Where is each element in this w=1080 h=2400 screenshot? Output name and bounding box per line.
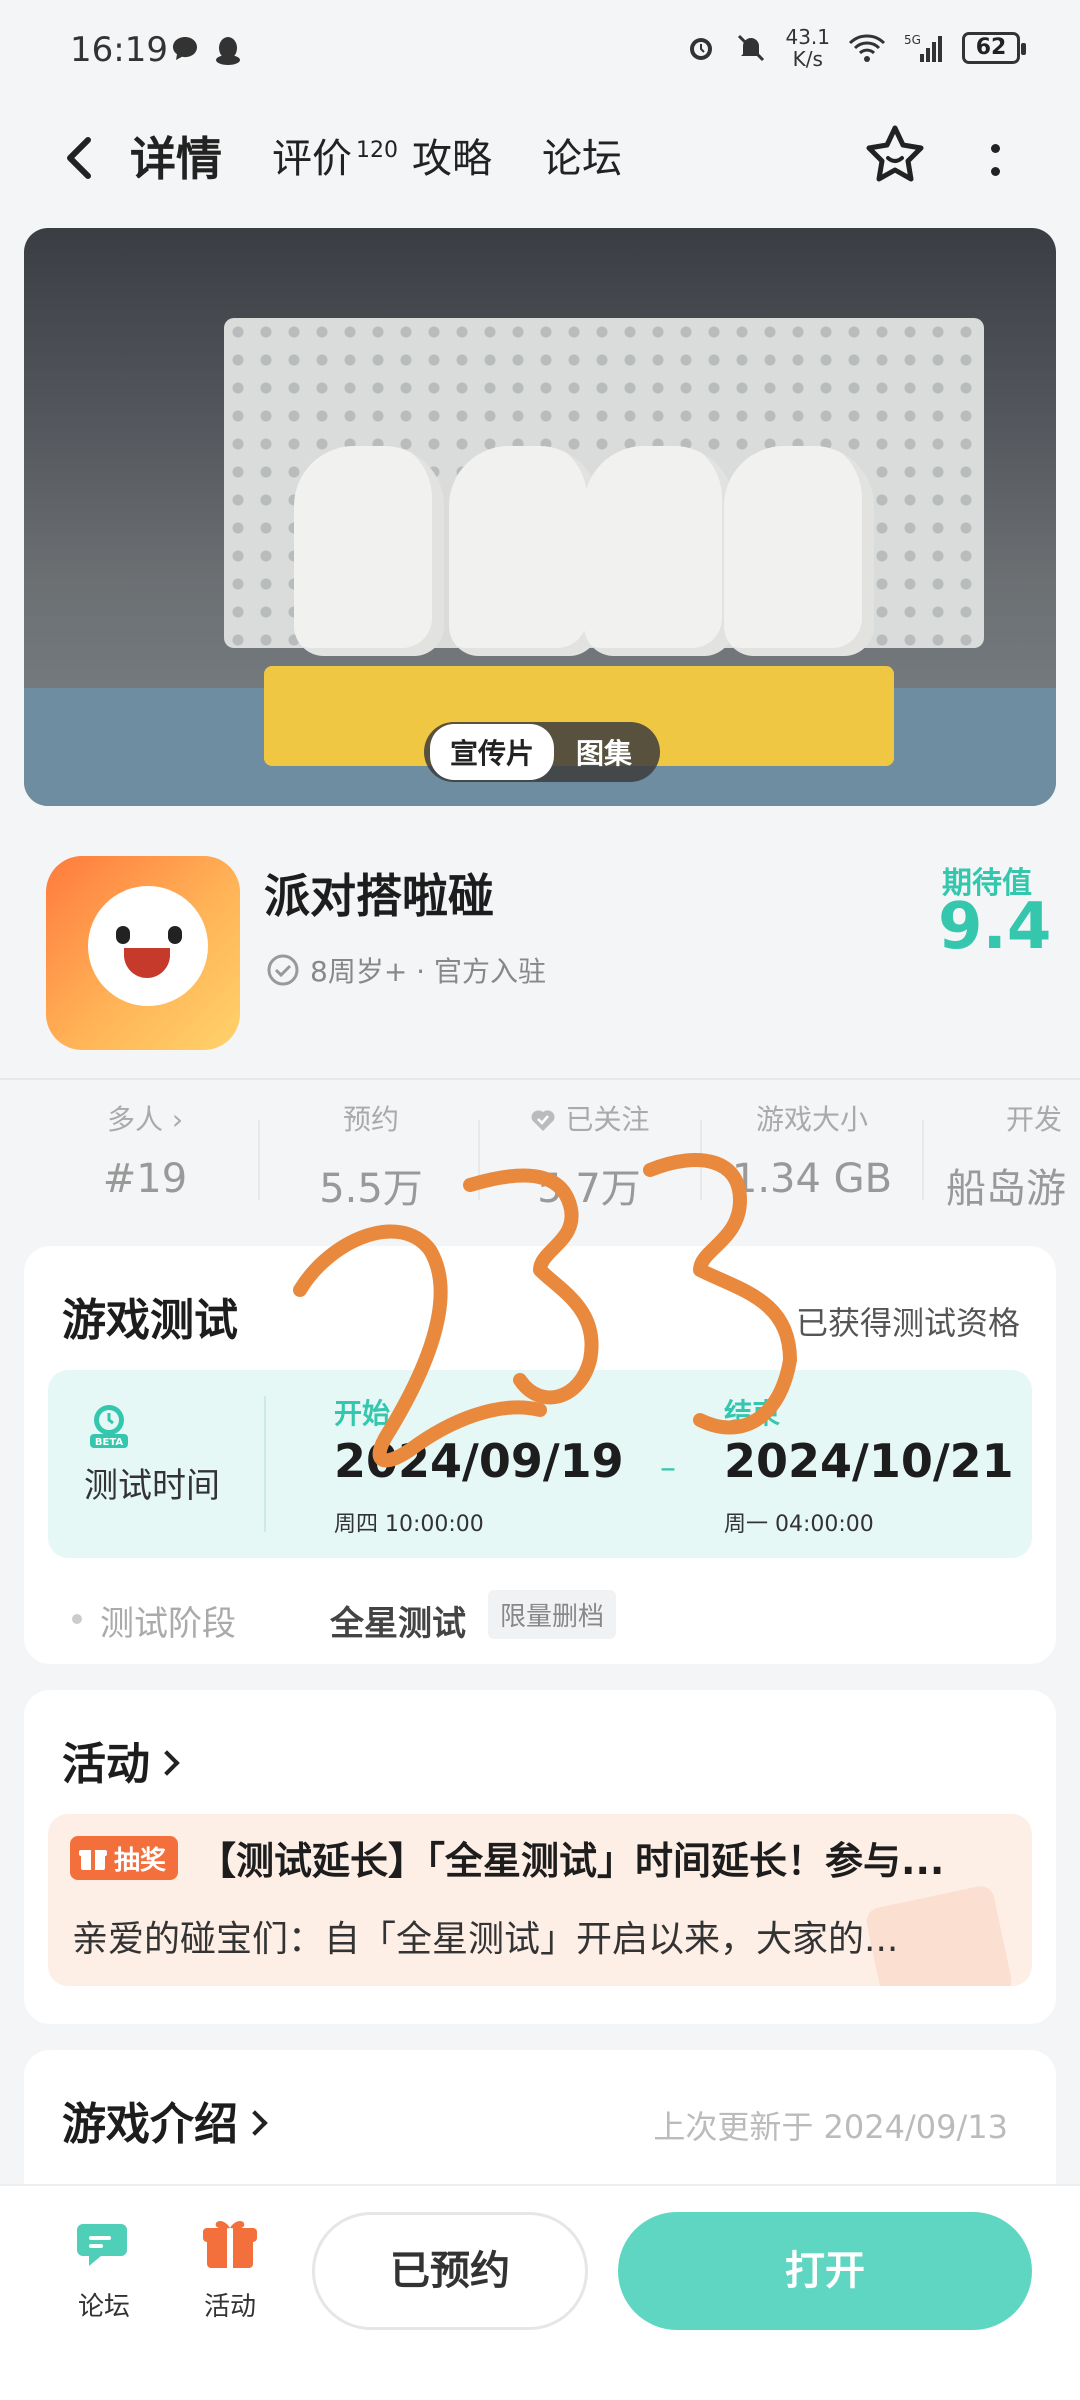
banner-figure <box>724 446 874 656</box>
tab-reviews[interactable]: 评价 120 <box>272 124 398 194</box>
bottom-forum-button[interactable]: 论坛 <box>54 2212 154 2323</box>
test-stage-label: 测试阶段 <box>100 1604 236 1644</box>
date-range-dash: – <box>660 1448 676 1486</box>
end-time: 周一 04:00:00 <box>724 1512 874 1537</box>
expectation-score: 9.4 <box>938 890 1052 964</box>
reserved-button[interactable]: 已预约 <box>312 2212 588 2330</box>
intro-section-title[interactable]: 游戏介绍 <box>62 2088 268 2152</box>
start-label: 开始 <box>334 1397 391 1430</box>
top-nav: 详情 评价 120 攻略 论坛 <box>0 100 1080 220</box>
activity-card: 活动 抽奖 【测试延长】「全星测试」时间延长！参与... 亲爱的碰宝们：自「全星… <box>24 1690 1056 2024</box>
start-time: 周四 10:00:00 <box>334 1512 484 1537</box>
more-options-icon[interactable] <box>975 130 1015 190</box>
stat-game-size: 游戏大小 1.34 GB <box>731 1103 893 1202</box>
test-stage-tag: 限量删档 <box>488 1590 617 1639</box>
end-label: 结束 <box>724 1397 781 1430</box>
wifi-icon <box>848 34 886 62</box>
test-time-label: 测试时间 <box>84 1466 220 1506</box>
banner-figure <box>294 446 444 656</box>
bottom-activity-button[interactable]: 活动 <box>180 2212 280 2323</box>
favorite-star-icon[interactable] <box>860 120 930 190</box>
battery-indicator: 62 <box>962 32 1026 64</box>
age-rating-text: 8周岁+ · 官方入驻 <box>310 955 546 988</box>
stat-developer[interactable]: 开发 船岛游 <box>946 1100 1080 1214</box>
game-app-icon <box>46 856 240 1050</box>
hero-media-banner[interactable]: 宣传片 图集 <box>24 228 1056 806</box>
qq-penguin-icon <box>216 37 240 65</box>
open-button[interactable]: 打开 <box>618 2212 1032 2330</box>
activity-item[interactable]: 抽奖 【测试延长】「全星测试」时间延长！参与... 亲爱的碰宝们：自「全星测试」… <box>48 1814 1032 1986</box>
stat-multiplayer-rank[interactable]: 多人 › #19 <box>50 1100 240 1202</box>
tab-guides[interactable]: 攻略 <box>412 124 492 194</box>
activity-item-title: 【测试延长】「全星测试」时间延长！参与... <box>198 1839 945 1883</box>
notification-icons <box>170 34 242 66</box>
gallery-tab-button[interactable]: 图集 <box>554 724 654 780</box>
game-title: 派对搭啦碰 <box>264 869 494 923</box>
video-tab-button[interactable]: 宣传片 <box>430 724 555 780</box>
chevron-right-icon <box>242 2110 268 2136</box>
svg-text:5G: 5G <box>904 33 921 47</box>
tab-forum[interactable]: 论坛 <box>542 124 622 194</box>
gift-icon <box>203 2221 257 2268</box>
lottery-badge: 抽奖 <box>70 1836 179 1880</box>
gift-icon <box>79 1850 107 1870</box>
test-qualification-status: 已获得测试资格 <box>795 1304 1020 1342</box>
test-time-panel: BETA 测试时间 开始 2024/09/19 周四 10:00:00 – 结束… <box>48 1370 1032 1558</box>
divider <box>0 1078 1080 1080</box>
media-switcher: 宣传片 图集 <box>424 722 661 782</box>
tab-bar: 详情 评价 120 攻略 论坛 <box>124 124 672 194</box>
svg-text:BETA: BETA <box>95 1437 123 1448</box>
stat-followers: 已关注 5.7万 <box>494 1100 684 1214</box>
verified-check-icon <box>267 954 299 986</box>
bottom-action-bar: 论坛 活动 已预约 打开 <box>0 2184 1080 2400</box>
end-date: 2024/10/21 <box>724 1434 1014 1488</box>
game-meta: 8周岁+ · 官方入驻 <box>266 950 546 990</box>
status-bar: 16:19 43.1 K/s 5G 62 <box>0 0 1080 100</box>
review-count-badge: 120 <box>356 138 398 163</box>
network-speed: 43.1 K/s <box>785 25 830 71</box>
test-section-title: 游戏测试 <box>62 1295 238 1346</box>
forum-chat-icon <box>77 2224 127 2266</box>
activity-section-title[interactable]: 活动 <box>62 1728 180 1792</box>
beta-clock-icon: BETA <box>90 1405 128 1448</box>
activity-item-desc: 亲爱的碰宝们：自「全星测试」开启以来，大家的... <box>72 1919 899 1960</box>
back-arrow-icon[interactable] <box>52 128 112 188</box>
mute-bell-icon <box>738 34 765 62</box>
heart-check-icon <box>531 1110 555 1131</box>
start-date: 2024/09/19 <box>334 1434 624 1488</box>
banner-figure <box>449 446 599 656</box>
signal-5g-icon: 5G <box>904 33 942 62</box>
banner-figure <box>584 446 734 656</box>
stat-reservations: 预约 5.5万 <box>319 1103 423 1212</box>
tab-details[interactable]: 详情 <box>124 124 228 194</box>
game-test-card: 游戏测试 已获得测试资格 BETA 测试时间 开始 2024/09/19 周四 … <box>24 1246 1056 1664</box>
stats-row: 多人 › #19 预约 5.5万 已关注 5.7万 游戏大小 1.34 GB 开发 船岛… <box>0 1100 1080 1220</box>
chat-bubble-icon <box>173 37 197 60</box>
alarm-icon <box>690 38 713 60</box>
chevron-right-icon <box>154 1750 180 1776</box>
clock: 16:19 <box>70 30 168 70</box>
bullet-dot <box>72 1614 82 1624</box>
intro-updated-date: 上次更新于 2024/09/13 <box>653 2108 1008 2146</box>
test-stage-value: 全星测试 <box>330 1604 466 1644</box>
